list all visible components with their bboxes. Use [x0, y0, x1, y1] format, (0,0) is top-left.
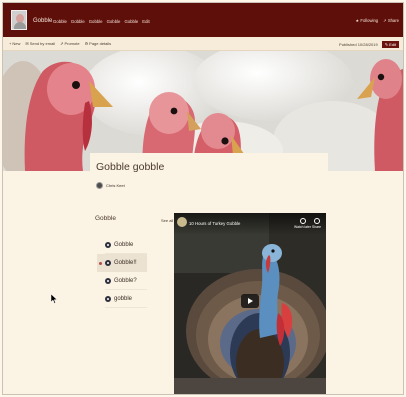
page-icon — [105, 260, 111, 266]
share-button[interactable]: ↗ Share — [383, 18, 399, 23]
author-name: Chris Keet — [106, 183, 125, 188]
star-icon: ★ — [355, 18, 360, 23]
top-nav-item[interactable]: Gobble — [53, 19, 67, 24]
list-item-label: Gobble? — [114, 278, 137, 284]
selected-indicator-icon — [99, 261, 102, 265]
top-nav-item[interactable]: Gobble — [71, 19, 85, 24]
share-icon — [313, 218, 320, 224]
following-label: Following — [360, 18, 379, 23]
page-title: Gobble gobble — [96, 161, 165, 173]
mouse-cursor-icon — [51, 294, 58, 304]
watch-later-button[interactable]: Watch later — [294, 218, 311, 229]
see-all-link[interactable]: See all — [161, 218, 173, 223]
new-button[interactable]: + New — [9, 41, 20, 46]
command-bar: + New ✉ Send by email ⇗ Promote ⚙ Page detai… — [3, 37, 403, 51]
list-item-label: Gobble — [114, 242, 134, 248]
logo-body — [14, 22, 26, 29]
list-item-label: gobble — [114, 296, 133, 302]
play-button[interactable] — [241, 294, 259, 308]
send-label: Send by email — [29, 41, 56, 46]
list-item[interactable]: Gobble — [97, 236, 147, 254]
divider — [105, 307, 147, 308]
settings-icon: ⚙ — [84, 41, 89, 46]
site-title[interactable]: Gobble — [33, 18, 52, 24]
list-item[interactable]: Gobble? — [97, 272, 147, 290]
plus-icon: + — [9, 41, 12, 46]
promote-label: Promote — [64, 41, 80, 46]
mail-icon: ✉ — [25, 41, 29, 46]
top-nav: Gobble Gobble Gobble Gobble Gobble Edit — [53, 19, 150, 24]
top-nav-edit-link[interactable]: Edit — [142, 19, 149, 24]
edit-button[interactable]: ✎ Edit — [381, 41, 399, 48]
watch-later-label: Watch later — [294, 225, 312, 229]
site-header: Gobble Gobble Gobble Gobble Gobble Gobbl… — [3, 3, 403, 37]
page-icon — [105, 242, 111, 248]
promote-button[interactable]: ⇗ Promote — [60, 41, 79, 46]
share-label: Share — [387, 18, 399, 23]
youtube-video[interactable]: 10 Hours of Turkey Gobble Watch later Sh… — [174, 213, 326, 394]
author-avatar — [96, 182, 103, 189]
header-actions: ★ Following ↗ Share — [355, 18, 399, 23]
published-status: Published 10/28/2019 — [339, 42, 378, 47]
clock-icon — [299, 218, 306, 224]
video-share-label: Share — [312, 225, 322, 229]
site-logo[interactable] — [11, 10, 27, 30]
pencil-icon: ✎ — [384, 42, 389, 47]
top-nav-item[interactable]: Gobble — [124, 19, 138, 24]
author-byline[interactable]: Chris Keet — [96, 182, 125, 189]
new-label: New — [12, 41, 21, 46]
send-by-email-button[interactable]: ✉ Send by email — [25, 41, 55, 46]
following-button[interactable]: ★ Following — [355, 18, 378, 23]
nav-webpart-title: Gobble — [95, 215, 116, 222]
page-icon — [105, 296, 111, 302]
list-item[interactable]: gobble — [97, 290, 147, 308]
top-nav-item[interactable]: Gobble — [89, 19, 103, 24]
megaphone-icon: ⇗ — [60, 41, 64, 46]
list-item-selected[interactable]: Gobble!! — [97, 254, 147, 272]
edit-label: Edit — [389, 42, 396, 47]
page-details-button[interactable]: ⚙ Page details — [85, 41, 112, 46]
details-label: Page details — [89, 41, 112, 46]
list-item-label: Gobble!! — [114, 260, 137, 266]
share-icon: ↗ — [383, 18, 387, 23]
channel-avatar[interactable] — [177, 217, 187, 227]
page-icon — [105, 278, 111, 284]
browser-frame: Gobble Gobble Gobble Gobble Gobble Gobbl… — [2, 2, 404, 395]
page-title-card: Gobble gobble Chris Keet — [90, 153, 328, 199]
video-title[interactable]: 10 Hours of Turkey Gobble — [189, 221, 240, 226]
top-nav-item[interactable]: Gobble — [107, 19, 121, 24]
video-share-button[interactable]: Share — [312, 218, 321, 229]
nav-webpart-list: Gobble Gobble!! Gobble? gobble — [97, 236, 147, 308]
command-right: Published 10/28/2019 ✎ Edit — [339, 41, 399, 48]
command-actions: + New ✉ Send by email ⇗ Promote ⚙ Page detai… — [9, 41, 111, 46]
